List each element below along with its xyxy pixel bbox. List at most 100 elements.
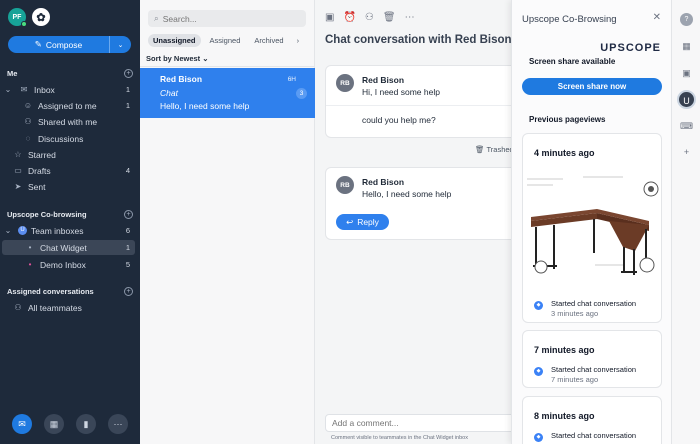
- left-navigation: PF ✿ ✎ Compose ⌄ Me + ⌄ ✉ Inbox 1 ☺ Assigned t…: [0, 0, 140, 444]
- message-card: RB Red Bison Hi, I need some help could …: [325, 65, 511, 138]
- conversation-name: Red Bison: [160, 74, 203, 84]
- users-icon: ⚇: [24, 117, 32, 126]
- sidebar-item-assigned-to-me[interactable]: ☺ Assigned to me 1: [22, 98, 135, 113]
- archive-icon[interactable]: ▣: [325, 12, 334, 23]
- inbox-icon: ✉: [20, 85, 28, 94]
- search-input[interactable]: [162, 13, 283, 24]
- trashed-status: 🗑 Trashed: [475, 145, 511, 154]
- chevron-down-icon: ⌄: [4, 85, 12, 94]
- pageview-card[interactable]: 8 minutes ago ◆ Started chat conversatio…: [522, 396, 662, 444]
- event-label: Started chat conversation: [551, 431, 637, 440]
- conversation-list: ⌕ Unassigned Assigned Archived › Sort by…: [140, 0, 315, 444]
- event-label: Started chat conversation: [551, 299, 637, 308]
- event-time: 7 minutes ago: [551, 375, 599, 384]
- sort-dropdown[interactable]: Sort by Newest ⌄: [140, 54, 315, 67]
- message-card: RB Red Bison Hello, I need some help ↩ Re…: [325, 167, 511, 240]
- sidebar-item-team-inboxes[interactable]: ⌄ U Team inboxes 6: [2, 223, 135, 238]
- event-icon: ◆: [534, 367, 543, 376]
- pageview-card[interactable]: 7 minutes ago ◆ Started chat conversatio…: [522, 330, 662, 388]
- contact-card-icon[interactable]: ▣: [680, 67, 693, 80]
- add-app-icon[interactable]: +: [680, 146, 693, 159]
- conversation-item[interactable]: Red Bison 6H Chat Hello, I need some hel…: [140, 68, 315, 118]
- online-status-dot: [21, 21, 27, 27]
- help-icon[interactable]: ?: [680, 13, 693, 26]
- chevron-down-icon: ⌄: [4, 226, 12, 235]
- section-me: Me +: [7, 69, 133, 78]
- event-time: 3 minutes ago: [551, 309, 599, 318]
- chat-bubble-icon: ◌: [25, 134, 31, 143]
- users-icon: ⚇: [14, 303, 22, 312]
- avatar: RB: [336, 176, 354, 194]
- team-icon: U: [18, 226, 27, 235]
- section-assigned: Assigned conversations +: [7, 287, 133, 296]
- sidebar-item-demo-inbox[interactable]: • Demo Inbox 5: [2, 257, 135, 272]
- comment-visibility-note: Comment visible to teammates in the Chat…: [331, 435, 468, 441]
- trash-icon[interactable]: 🗑: [383, 12, 396, 23]
- right-rail: ? ▦ ▣ U ⌨ +: [671, 0, 700, 444]
- message-author: Red Bison: [362, 75, 405, 85]
- analytics-app-icon[interactable]: ▮: [76, 414, 96, 434]
- more-apps-icon[interactable]: ⋯: [108, 414, 128, 434]
- pageview-time: 4 minutes ago: [534, 148, 595, 158]
- sidebar-item-shared-with-me[interactable]: ⚇ Shared with me: [22, 114, 135, 129]
- tab-archived[interactable]: Archived: [249, 34, 288, 47]
- message-text: Hi, I need some help: [362, 87, 440, 97]
- sidebar-item-all-teammates[interactable]: ⚇ All teammates: [12, 300, 135, 315]
- app-logo-icon[interactable]: ✿: [32, 8, 50, 26]
- add-icon[interactable]: +: [124, 210, 133, 219]
- comment-box[interactable]: [325, 414, 511, 432]
- bottom-app-bar: ✉ ▦ ▮ ⋯: [0, 414, 140, 434]
- user-avatar[interactable]: PF: [8, 8, 27, 27]
- chevron-down-icon: ⌄: [202, 54, 209, 63]
- conversation-title: Chat conversation with Red Bisoni: [325, 34, 511, 46]
- sidebar-item-sent[interactable]: ➤ Sent: [12, 179, 135, 194]
- edit-icon: ✎: [34, 39, 42, 49]
- section-upscope: Upscope Co-browsing +: [7, 210, 133, 219]
- tab-assigned[interactable]: Assigned: [205, 34, 246, 47]
- sidebar-item-chat-widget[interactable]: • Chat Widget 1: [2, 240, 135, 255]
- sidebar-item-inbox[interactable]: ⌄ ✉ Inbox 1: [2, 82, 135, 97]
- screen-share-button[interactable]: Screen share now: [522, 78, 662, 95]
- panel-title: Upscope Co-Browsing: [522, 14, 617, 25]
- pageview-time: 8 minutes ago: [534, 411, 595, 421]
- sidebar-item-drafts[interactable]: ▭ Drafts 4: [12, 163, 135, 178]
- calendar-app-icon[interactable]: ▦: [44, 414, 64, 434]
- event-icon: ◆: [534, 301, 543, 310]
- chevron-right-icon[interactable]: ›: [297, 36, 300, 45]
- add-icon[interactable]: +: [124, 287, 133, 296]
- trash-icon: 🗑: [475, 145, 485, 154]
- close-icon[interactable]: ✕: [653, 12, 661, 23]
- comment-input[interactable]: [332, 418, 502, 428]
- add-icon[interactable]: +: [124, 69, 133, 78]
- message-author: Red Bison: [362, 177, 405, 187]
- dot-icon: •: [28, 260, 32, 269]
- compose-button[interactable]: ✎ Compose ⌄: [8, 36, 131, 53]
- desk-product-image: [527, 176, 659, 275]
- message-text: Hello, I need some help: [362, 189, 452, 199]
- chevron-down-icon: ⌄: [117, 41, 124, 49]
- search-box[interactable]: ⌕: [148, 10, 306, 27]
- pageview-time: 7 minutes ago: [534, 345, 595, 355]
- avatar: RB: [336, 74, 354, 92]
- reply-icon: ↩: [346, 216, 354, 227]
- assign-icon[interactable]: ⚇: [365, 12, 374, 23]
- compose-options-button[interactable]: ⌄: [109, 36, 131, 53]
- pageview-card[interactable]: 4 minutes ago ◆ Started chat conversatio…: [522, 133, 662, 323]
- upscope-app-icon[interactable]: U: [677, 90, 696, 109]
- reply-button[interactable]: ↩ Reply: [336, 214, 389, 230]
- draft-icon: ▭: [14, 166, 22, 175]
- snooze-icon[interactable]: ⏰: [343, 12, 355, 23]
- sidebar-item-discussions[interactable]: ◌ Discussions: [22, 131, 135, 146]
- event-label: Started chat conversation: [551, 365, 637, 374]
- more-icon[interactable]: ⋯: [405, 12, 415, 23]
- tab-unassigned[interactable]: Unassigned: [148, 34, 201, 47]
- calendar-icon[interactable]: ▦: [680, 40, 693, 53]
- inbox-app-icon[interactable]: ✉: [12, 414, 32, 434]
- conversation-preview: Hello, I need some help: [160, 101, 250, 111]
- keyboard-icon[interactable]: ⌨: [680, 120, 693, 133]
- sidebar-item-starred[interactable]: ☆ Starred: [12, 147, 135, 162]
- conversation-time: 6H: [287, 76, 296, 83]
- compose-main[interactable]: ✎ Compose: [8, 39, 109, 50]
- conversation-channel: Chat: [160, 88, 178, 98]
- star-icon: ☆: [14, 150, 22, 159]
